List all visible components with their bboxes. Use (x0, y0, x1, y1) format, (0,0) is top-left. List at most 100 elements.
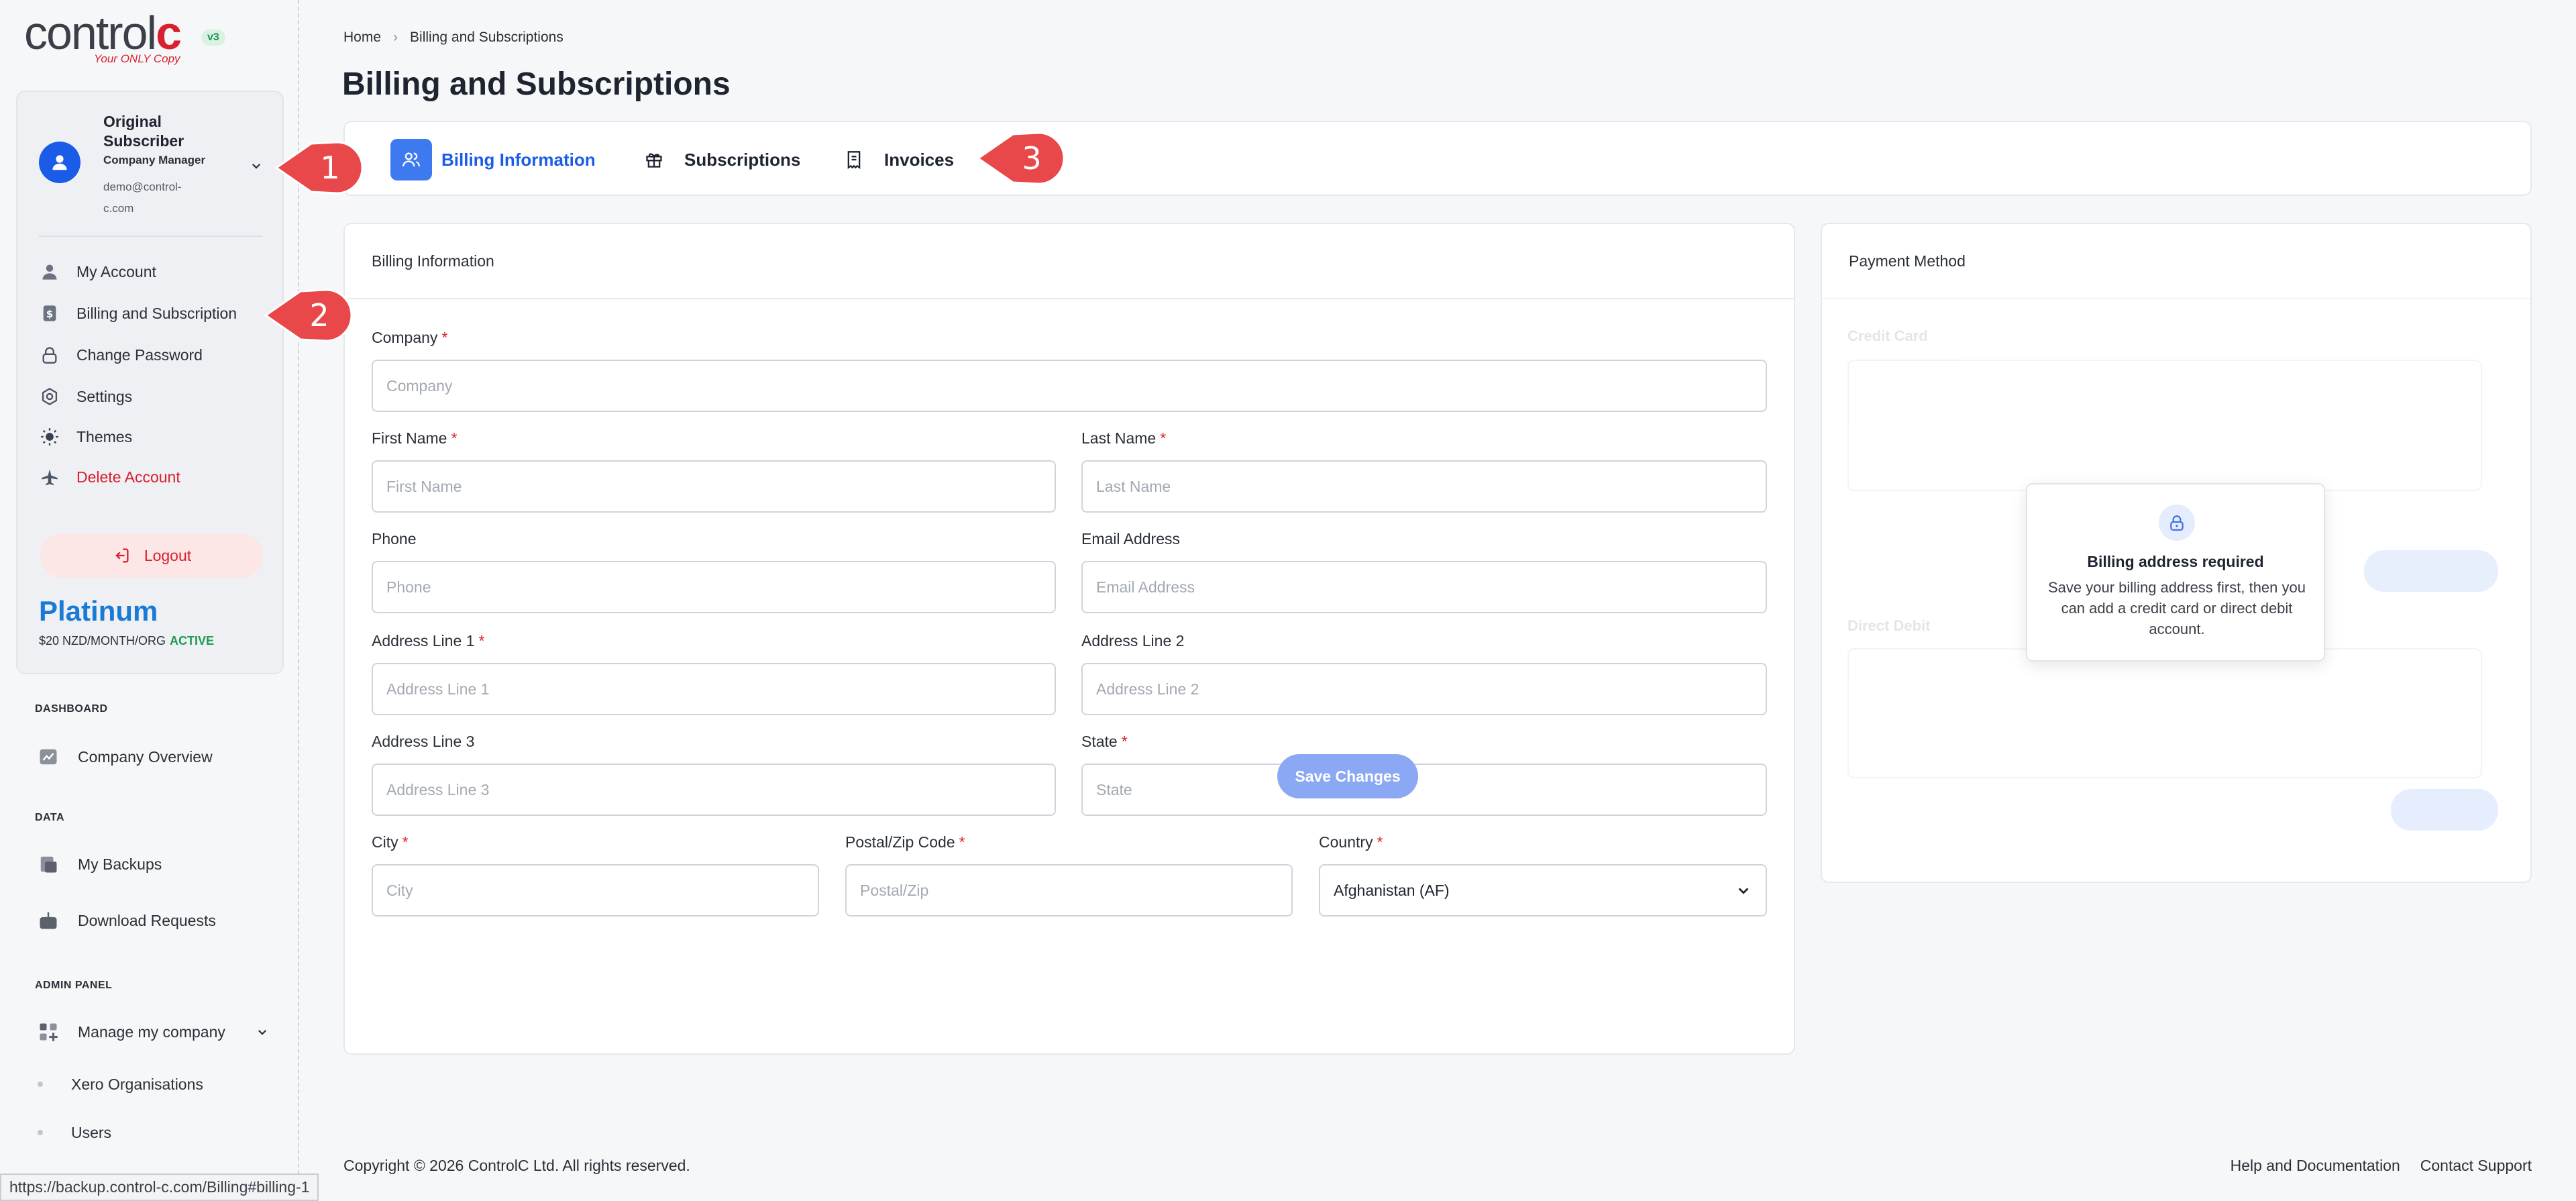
chevron-right-icon: › (393, 30, 398, 45)
contact-support-link[interactable]: Contact Support (2420, 1157, 2532, 1175)
save-changes-button[interactable]: Save Changes (1277, 754, 1418, 798)
card-title: Payment Method (1822, 224, 2530, 299)
callout-number: 1 (320, 150, 339, 186)
direct-debit-preview (1847, 648, 2482, 778)
menu-settings[interactable]: Settings (38, 380, 266, 413)
download-icon (35, 907, 62, 934)
phone-label: Phone (372, 530, 417, 547)
phone-input[interactable] (372, 561, 1056, 613)
bullet-dot (38, 1130, 43, 1135)
tab-subscriptions[interactable]: Subscriptions (633, 138, 800, 181)
nav-users[interactable]: Users (38, 1119, 111, 1146)
chevron-down-icon (252, 163, 261, 169)
city-input[interactable] (372, 864, 819, 917)
breadcrumb-home[interactable]: Home (343, 30, 381, 46)
overview-icon (35, 743, 62, 770)
menu-themes[interactable]: Themes (38, 421, 266, 453)
nav-xero-organisations[interactable]: Xero Organisations (38, 1071, 203, 1098)
last-name-label: Last Name * (1081, 429, 1167, 447)
chevron-down-icon (1736, 883, 1751, 898)
state-input[interactable] (1081, 764, 1767, 816)
address-line-3-input[interactable] (372, 764, 1056, 816)
callout-number: 3 (1022, 140, 1041, 176)
menu-delete-account[interactable]: Delete Account (38, 461, 266, 493)
chevron-down-icon (256, 1026, 268, 1038)
callout-marker-3: 3 (976, 132, 1065, 185)
postal-code-label: Postal/Zip Code * (845, 833, 965, 851)
add-direct-debit-button (2391, 789, 2498, 831)
user-icon (38, 260, 62, 284)
postal-code-input[interactable] (845, 864, 1293, 917)
credit-card-preview (1847, 360, 2482, 491)
callout-marker-2: 2 (264, 289, 353, 342)
sidebar: controlc Your ONLY Copy v3 Original Subs… (0, 0, 299, 1201)
billing-address-required-notice: Billing address required Save your billi… (2026, 483, 2325, 662)
footer-links: Help and Documentation Contact Support (2210, 1157, 2532, 1175)
version-badge: v3 (201, 30, 225, 46)
company-label: Company * (372, 329, 448, 346)
section-dashboard: DASHBOARD (35, 703, 108, 715)
breadcrumb-current: Billing and Subscriptions (410, 30, 564, 45)
profile-name: Original Subscriber (103, 113, 184, 150)
user-avatar-icon (52, 155, 67, 170)
logout-button[interactable]: Logout (40, 533, 263, 578)
card-title: Billing Information (345, 224, 1794, 299)
menu-change-password[interactable]: Change Password (38, 339, 266, 371)
first-name-label: First Name * (372, 429, 458, 447)
notice-text: Save your billing address first, then yo… (2048, 579, 2306, 637)
menu-my-account[interactable]: My Account (38, 256, 266, 288)
status-bar-url: https://backup.control-c.com/Billing#bil… (0, 1173, 319, 1201)
email-input[interactable] (1081, 561, 1767, 613)
direct-debit-label: Direct Debit (1847, 617, 1931, 634)
profile-email: demo@control-c.com (103, 180, 182, 215)
dollar-icon: $ (38, 301, 62, 325)
plane-icon (38, 465, 62, 489)
callout-number: 2 (309, 297, 329, 333)
address-line-1-label: Address Line 1 * (372, 632, 485, 649)
logo-tagline: Your ONLY Copy (94, 52, 180, 65)
plan-status-badge: ACTIVE (170, 634, 215, 647)
address-line-1-input[interactable] (372, 663, 1056, 715)
avatar[interactable] (39, 142, 80, 183)
replace-card-button (2364, 550, 2498, 592)
company-input[interactable] (372, 360, 1767, 412)
callout-marker-1: 1 (274, 141, 364, 195)
logout-icon (112, 546, 131, 565)
backups-icon (35, 851, 62, 878)
help-documentation-link[interactable]: Help and Documentation (2231, 1157, 2400, 1175)
page-title: Billing and Subscriptions (342, 66, 731, 102)
nav-manage-company[interactable]: Manage my company (35, 1014, 276, 1049)
copyright-text: Copyright © 2026 ControlC Ltd. All right… (343, 1157, 690, 1174)
address-line-2-input[interactable] (1081, 663, 1767, 715)
divider (39, 236, 263, 237)
lock-icon (38, 343, 62, 367)
address-line-2-label: Address Line 2 (1081, 632, 1185, 649)
menu-billing-subscription[interactable]: $ Billing and Subscription (38, 297, 266, 329)
breadcrumb: Home › Billing and Subscriptions (343, 30, 564, 46)
nav-company-overview[interactable]: Company Overview (35, 739, 276, 774)
tab-billing-information[interactable]: Billing Information (390, 138, 596, 181)
receipt-icon (833, 139, 875, 180)
users-icon (390, 139, 432, 180)
nav-my-backups[interactable]: My Backups (35, 847, 276, 882)
profile-card: Original Subscriber Company Manager demo… (16, 91, 284, 674)
last-name-input[interactable] (1081, 460, 1767, 513)
section-admin-panel: ADMIN PANEL (35, 980, 113, 991)
lock-icon (2159, 505, 2195, 541)
profile-menu-toggle[interactable] (247, 156, 266, 175)
nav-download-requests[interactable]: Download Requests (35, 903, 276, 938)
notice-title: Billing address required (2087, 553, 2264, 570)
svg-text:$: $ (46, 308, 54, 320)
tab-bar: Billing Information Subscriptions Invoic… (343, 121, 2532, 196)
country-label: Country * (1319, 833, 1383, 851)
credit-card-label: Credit Card (1847, 327, 1928, 344)
plan-price: $20 NZD/MONTH/ORG ACTIVE (39, 634, 215, 647)
city-label: City * (372, 833, 409, 851)
profile-role: Company Manager (103, 154, 206, 166)
plan-name: Platinum (39, 595, 158, 627)
controlc-logo[interactable]: controlc Your ONLY Copy (24, 9, 182, 65)
gift-icon (633, 139, 675, 180)
country-select[interactable]: Afghanistan (AF) (1319, 864, 1767, 917)
tab-invoices[interactable]: Invoices (833, 138, 954, 181)
first-name-input[interactable] (372, 460, 1056, 513)
